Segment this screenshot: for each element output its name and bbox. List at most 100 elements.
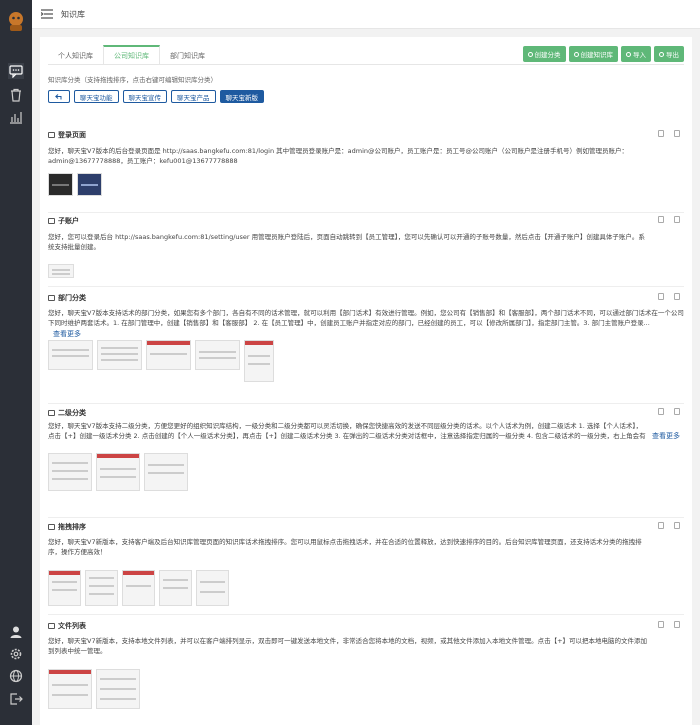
- article-image[interactable]: [48, 453, 92, 491]
- article-image[interactable]: [85, 570, 118, 606]
- delete-icon[interactable]: [674, 216, 680, 223]
- article-image[interactable]: [96, 669, 140, 709]
- edit-icon[interactable]: [658, 621, 664, 628]
- menu-toggle-icon[interactable]: [40, 9, 53, 19]
- article-image[interactable]: [48, 264, 74, 278]
- export-label: 导出: [666, 51, 679, 59]
- article-title: 拖拽排序: [58, 523, 86, 531]
- back-button[interactable]: [48, 90, 70, 103]
- category-chip[interactable]: 聊天宝功能: [74, 90, 119, 103]
- delete-icon[interactable]: [674, 522, 680, 529]
- export-button[interactable]: 导出: [654, 46, 684, 62]
- import-label: 导入: [633, 51, 646, 59]
- article-tools: [658, 621, 680, 628]
- import-button[interactable]: 导入: [621, 46, 651, 62]
- article-image[interactable]: [196, 570, 229, 606]
- article-title-row: 登录页面: [48, 130, 86, 140]
- kb-article[interactable]: 登录页面 您好，聊天宝V7版本的后台登录页面是 http://saas.bang…: [48, 130, 684, 213]
- article-image[interactable]: [146, 340, 191, 370]
- article-body: 您好，聊天宝V7新版本，支持客户端及后台知识库管理页面的知识库话术拖拽排序。您可…: [48, 538, 642, 556]
- article-image[interactable]: [48, 173, 73, 196]
- category-chip[interactable]: 聊天宝宣传: [122, 90, 167, 103]
- logout-icon[interactable]: [8, 691, 24, 707]
- view-more-link[interactable]: 查看更多: [652, 431, 682, 441]
- category-chip-active[interactable]: 聊天宝新版: [219, 90, 264, 103]
- article-image[interactable]: [77, 173, 102, 196]
- tab-bar: 个人知识库 公司知识库 部门知识库: [48, 45, 215, 65]
- article-title-row: 部门分类: [48, 293, 86, 303]
- article-title: 文件列表: [58, 622, 86, 630]
- article-image[interactable]: [122, 570, 155, 606]
- settings-icon[interactable]: [8, 646, 24, 662]
- article-image[interactable]: [244, 340, 274, 382]
- tab-company-kb[interactable]: 公司知识库: [103, 45, 160, 65]
- article-image[interactable]: [195, 340, 240, 370]
- top-bar: 知识库: [32, 0, 700, 29]
- kb-article[interactable]: 二级分类 您好，聊天宝V7版本支持二级分类，方便您更好的组织知识库结构，一级分类…: [48, 404, 684, 518]
- kb-article[interactable]: 拖拽排序 您好，聊天宝V7新版本，支持客户端及后台知识库管理页面的知识库话术拖拽…: [48, 518, 684, 615]
- sidebar: [0, 0, 32, 725]
- article-image[interactable]: [159, 570, 192, 606]
- import-icon: [626, 51, 631, 57]
- article-title-row: 拖拽排序: [48, 522, 86, 532]
- article-images: [48, 570, 229, 606]
- kb-article[interactable]: 部门分类 您好，聊天宝V7版本支持话术的部门分类，如果您有多个部门，各自有不同的…: [48, 287, 684, 404]
- chat-icon[interactable]: [8, 63, 24, 79]
- article-image[interactable]: [48, 340, 93, 370]
- article-tools: [658, 293, 680, 300]
- view-more-link[interactable]: 查看更多: [53, 329, 81, 339]
- action-bar: 创建分类 创建知识库 导入 导出: [522, 46, 684, 62]
- delete-icon[interactable]: [674, 408, 680, 415]
- article-image[interactable]: [144, 453, 188, 491]
- article-tools: [658, 130, 680, 137]
- category-chip[interactable]: 聊天宝产品: [171, 90, 216, 103]
- delete-icon[interactable]: [674, 130, 680, 137]
- article-title: 登录页面: [58, 131, 86, 139]
- chat-bubble-icon: [48, 218, 55, 224]
- article-image[interactable]: [97, 340, 142, 370]
- article-tools: [658, 408, 680, 415]
- main-panel: 个人知识库 公司知识库 部门知识库 创建分类 创建知识库 导入 导出 知识库分类…: [40, 37, 692, 725]
- article-body: 您好，聊天宝V7版本的后台登录页面是 http://saas.bangkefu.…: [48, 147, 629, 165]
- chat-bubble-icon: [48, 295, 55, 301]
- edit-icon[interactable]: [658, 408, 664, 415]
- edit-icon[interactable]: [658, 522, 664, 529]
- article-title: 子账户: [58, 217, 79, 225]
- delete-icon[interactable]: [674, 621, 680, 628]
- stats-icon[interactable]: [8, 109, 24, 125]
- category-list: 聊天宝功能 聊天宝宣传 聊天宝产品 聊天宝新版: [48, 90, 264, 103]
- delete-icon[interactable]: [674, 293, 680, 300]
- chat-bubble-icon: [48, 410, 55, 416]
- edit-icon[interactable]: [658, 216, 664, 223]
- article-image[interactable]: [48, 669, 92, 709]
- article-image[interactable]: [96, 453, 140, 491]
- tab-department-kb[interactable]: 部门知识库: [160, 45, 215, 65]
- chat-bubble-icon: [48, 524, 55, 530]
- user-icon[interactable]: [8, 624, 24, 640]
- article-image[interactable]: [48, 570, 81, 606]
- article-images: [48, 453, 188, 491]
- article-images: [48, 669, 140, 709]
- article-title: 部门分类: [58, 294, 86, 302]
- kb-article[interactable]: 子账户 您好，您可以登录后台 http://saas.bangkefu.com:…: [48, 213, 684, 287]
- trash-icon[interactable]: [8, 87, 24, 103]
- globe-icon[interactable]: [8, 668, 24, 684]
- kb-article[interactable]: 文件列表 您好，聊天宝V7新版本，支持本地文件列表，并可以在客户端排列显示，双击…: [48, 615, 684, 725]
- category-hint: 知识库分类（支持拖拽排序，点击右键可编辑知识库分类）: [48, 76, 217, 84]
- create-category-label: 创建分类: [534, 51, 561, 59]
- plus-circle-icon: [527, 51, 533, 57]
- article-title: 二级分类: [58, 409, 86, 417]
- create-category-button[interactable]: 创建分类: [522, 46, 566, 62]
- article-title-row: 子账户: [48, 216, 79, 226]
- edit-icon[interactable]: [658, 293, 664, 300]
- article-tools: [658, 522, 680, 529]
- tab-personal-kb[interactable]: 个人知识库: [48, 45, 103, 65]
- plus-circle-icon: [573, 51, 579, 57]
- article-title-row: 文件列表: [48, 621, 86, 631]
- article-body: 您好，聊天宝V7新版本，支持本地文件列表，并可以在客户端排列显示，双击即可一键发…: [48, 637, 648, 655]
- article-images: [48, 340, 274, 382]
- page-title: 知识库: [61, 10, 85, 19]
- export-icon: [659, 51, 664, 57]
- create-kb-button[interactable]: 创建知识库: [568, 46, 618, 62]
- edit-icon[interactable]: [658, 130, 664, 137]
